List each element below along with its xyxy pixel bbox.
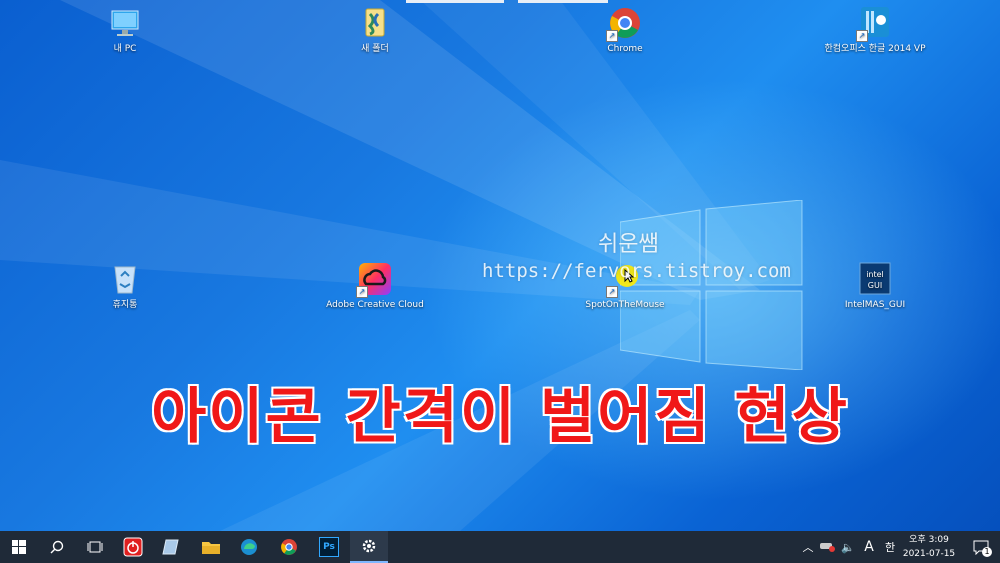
notification-count-badge: 1 <box>982 547 992 557</box>
caption-title: 아이콘 간격이 벌어짐 현상 <box>150 381 849 453</box>
taskbar-power-app[interactable] <box>114 531 152 563</box>
chrome-icon <box>281 539 297 555</box>
intel-brand-text: intel <box>866 270 884 279</box>
desktop-icon-recycle-bin[interactable]: 휴지통 <box>70 262 180 311</box>
adobe-cc-icon: ↗ <box>356 262 392 298</box>
shortcut-arrow-icon: ↗ <box>606 286 618 298</box>
search-icon <box>50 540 64 554</box>
volume-icon[interactable]: 🔈 <box>838 541 858 554</box>
icon-label: 내 PC <box>113 44 137 54</box>
taskbar-photoshop[interactable]: Ps <box>310 531 348 563</box>
notepad-icon <box>162 539 179 555</box>
watermark-name: 쉬운쌤 <box>598 232 659 257</box>
clock-date: 2021-07-15 <box>902 549 956 559</box>
desktop-icon-new-folder[interactable]: 새 폴더 <box>320 6 430 55</box>
watermark-url: https://fervors.tistroy.com <box>482 260 791 282</box>
icon-label: Chrome <box>607 44 643 54</box>
file-explorer-icon <box>202 542 220 554</box>
edge-icon <box>241 539 257 555</box>
desktop-icon-chrome[interactable]: ↗ Chrome <box>570 6 680 55</box>
shortcut-arrow-icon: ↗ <box>606 30 618 42</box>
network-disconnected-icon[interactable] <box>816 540 838 555</box>
icon-label: 새 폴더 <box>361 44 389 54</box>
desktop-icon-hancom[interactable]: ↗ 한컴오피스 한글 2014 VP <box>820 6 930 55</box>
icon-label: 한컴오피스 한글 2014 VP <box>824 44 926 54</box>
power-app-icon <box>123 537 143 557</box>
taskbar-clock[interactable]: 오후 3:09 2021-07-15 <box>894 533 964 561</box>
taskbar-edge[interactable] <box>230 531 268 563</box>
action-center-button[interactable]: 1 <box>962 531 1000 563</box>
this-pc-icon <box>108 6 142 40</box>
clock-time: 오후 3:09 <box>909 535 949 545</box>
taskbar-notepad[interactable] <box>152 531 190 563</box>
desktop: 내 PC 새 폴더 ↗ Chrome ↗ 한컴오피스 한글 2014 VP 휴지… <box>0 0 1000 531</box>
folder-icon <box>358 6 392 40</box>
search-button[interactable] <box>38 531 76 563</box>
top-edge-highlight <box>406 0 504 3</box>
ime-mode-indicator[interactable]: A <box>858 539 880 555</box>
tray-overflow-chevron-icon[interactable]: ︿ <box>800 539 816 555</box>
task-view-icon <box>87 541 103 553</box>
taskbar-settings[interactable] <box>350 531 388 563</box>
windows-start-icon <box>12 540 26 554</box>
shortcut-arrow-icon: ↗ <box>856 30 868 42</box>
desktop-icon-adobe-cc[interactable]: ↗ Adobe Creative Cloud <box>320 262 430 311</box>
top-edge-highlight <box>518 0 608 3</box>
icon-label: 휴지통 <box>112 300 138 310</box>
taskbar: Ps ︿ 🔈 A 한 오후 3:09 2021-07-15 1 <box>0 531 1000 563</box>
shortcut-arrow-icon: ↗ <box>356 286 368 298</box>
settings-gear-icon <box>362 539 376 553</box>
desktop-icon-intelmas-gui[interactable]: intel GUI IntelMAS_GUI <box>820 262 930 311</box>
task-view-button[interactable] <box>76 531 114 563</box>
icon-label: Adobe Creative Cloud <box>326 300 424 310</box>
icon-label: SpotOnTheMouse <box>585 300 665 310</box>
chrome-icon: ↗ <box>606 6 642 42</box>
photoshop-icon: Ps <box>319 537 339 557</box>
taskbar-file-explorer[interactable] <box>192 531 230 563</box>
desktop-icon-this-pc[interactable]: 내 PC <box>70 6 180 55</box>
icon-label: IntelMAS_GUI <box>844 300 906 310</box>
start-button[interactable] <box>0 531 38 563</box>
intel-sub-text: GUI <box>867 281 883 290</box>
taskbar-chrome[interactable] <box>270 531 308 563</box>
recycle-bin-icon <box>108 262 142 296</box>
hancom-hwp-icon: ↗ <box>856 6 892 42</box>
system-tray: ︿ 🔈 A 한 <box>800 531 900 563</box>
intel-gui-icon: intel GUI <box>858 262 892 296</box>
